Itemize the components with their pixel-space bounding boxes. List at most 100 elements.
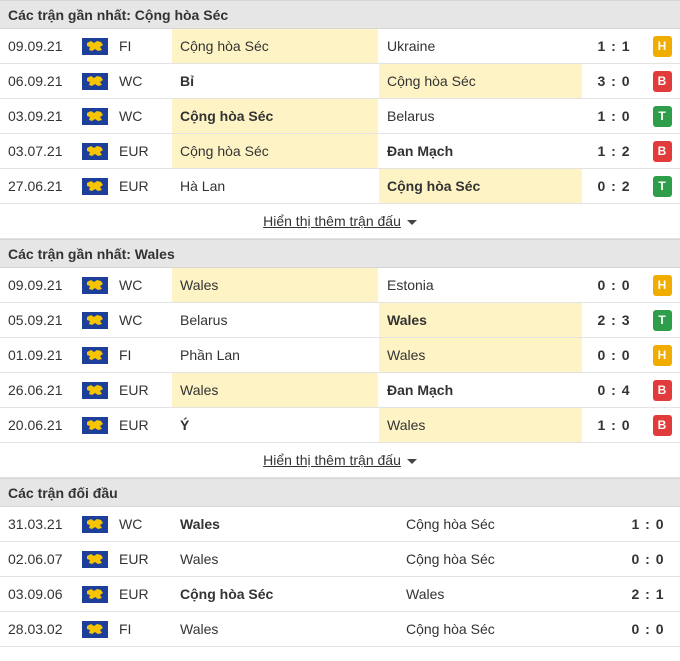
result-badge-cell: T bbox=[652, 99, 672, 133]
away-team[interactable]: Wales bbox=[398, 577, 618, 611]
table-row[interactable]: 09.09.21 WC Wales Estonia 0 : 0 H bbox=[0, 268, 680, 303]
table-row[interactable]: 03.09.21 WC Cộng hòa Séc Belarus 1 : 0 T bbox=[0, 99, 680, 134]
match-date: 20.06.21 bbox=[8, 417, 63, 433]
result-badge-cell: H bbox=[652, 338, 672, 372]
table-row[interactable]: 03.07.21 EUR Cộng hòa Séc Đan Mạch 1 : 2… bbox=[0, 134, 680, 169]
home-team[interactable]: Wales bbox=[172, 507, 398, 541]
table-row[interactable]: 01.09.21 FI Phần Lan Wales 0 : 0 H bbox=[0, 338, 680, 373]
table-row[interactable]: 26.06.21 EUR Wales Đan Mạch 0 : 4 B bbox=[0, 373, 680, 408]
home-team[interactable]: Phần Lan bbox=[172, 338, 378, 372]
section-title: Các trận gần nhất: Cộng hòa Séc bbox=[0, 0, 680, 29]
caret-down-icon[interactable] bbox=[406, 458, 417, 464]
match-score: 0 : 0 bbox=[631, 551, 665, 567]
home-team[interactable]: Cộng hòa Séc bbox=[172, 99, 378, 133]
competition-code: WC bbox=[119, 312, 143, 328]
match-date: 27.06.21 bbox=[8, 178, 63, 194]
away-team[interactable]: Cộng hòa Séc bbox=[398, 542, 618, 576]
away-team[interactable]: Cộng hòa Séc bbox=[379, 64, 582, 98]
world-flag-icon bbox=[82, 169, 110, 203]
table-row[interactable]: 31.03.21 WC Wales Cộng hòa Séc 1 : 0 bbox=[0, 507, 680, 542]
home-team[interactable]: Wales bbox=[172, 373, 378, 407]
match-date: 03.09.06 bbox=[8, 586, 63, 602]
match-date: 01.09.21 bbox=[8, 347, 63, 363]
result-badge-draw: H bbox=[652, 35, 672, 57]
table-row[interactable]: 28.03.02 FI Wales Cộng hòa Séc 0 : 0 bbox=[0, 612, 680, 647]
away-team[interactable]: Cộng hòa Séc bbox=[379, 169, 582, 203]
away-team[interactable]: Đan Mạch bbox=[379, 373, 582, 407]
match-score: 0 : 2 bbox=[597, 178, 631, 194]
away-team[interactable]: Wales bbox=[379, 408, 582, 442]
world-flag-icon bbox=[82, 99, 110, 133]
table-row[interactable]: 27.06.21 EUR Hà Lan Cộng hòa Séc 0 : 2 T bbox=[0, 169, 680, 204]
table-row[interactable]: 03.09.06 EUR Cộng hòa Séc Wales 2 : 1 bbox=[0, 577, 680, 612]
result-badge-draw: H bbox=[652, 274, 672, 296]
show-more-row: Hiển thị thêm trận đấu bbox=[0, 204, 680, 239]
match-score: 0 : 0 bbox=[597, 347, 631, 363]
table-row[interactable]: 09.09.21 FI Cộng hòa Séc Ukraine 1 : 1 H bbox=[0, 29, 680, 64]
result-badge-cell: B bbox=[652, 373, 672, 407]
section-wales-recent: Các trận gần nhất: Wales 09.09.21 WC Wal… bbox=[0, 239, 680, 478]
world-flag-icon bbox=[82, 542, 110, 576]
match-date: 31.03.21 bbox=[8, 516, 63, 532]
world-flag-icon bbox=[82, 577, 110, 611]
world-flag-icon bbox=[82, 29, 110, 63]
home-team[interactable]: Ý bbox=[172, 408, 378, 442]
result-badge-loss: B bbox=[652, 140, 672, 162]
home-team[interactable]: Cộng hòa Séc bbox=[172, 577, 398, 611]
result-badge-loss: B bbox=[652, 379, 672, 401]
home-team[interactable]: Belarus bbox=[172, 303, 378, 337]
competition-code: WC bbox=[119, 108, 143, 124]
competition-code: WC bbox=[119, 516, 143, 532]
show-more-link[interactable]: Hiển thị thêm trận đấu bbox=[263, 452, 401, 468]
away-team[interactable]: Đan Mạch bbox=[379, 134, 582, 168]
world-flag-icon bbox=[82, 338, 110, 372]
world-flag-icon bbox=[82, 507, 110, 541]
result-badge-draw: H bbox=[652, 344, 672, 366]
home-team[interactable]: Cộng hòa Séc bbox=[172, 134, 378, 168]
competition-code: FI bbox=[119, 347, 132, 363]
table-row[interactable]: 05.09.21 WC Belarus Wales 2 : 3 T bbox=[0, 303, 680, 338]
result-badge-cell: B bbox=[652, 64, 672, 98]
table-row[interactable]: 20.06.21 EUR Ý Wales 1 : 0 B bbox=[0, 408, 680, 443]
home-team[interactable]: Wales bbox=[172, 612, 398, 646]
away-team[interactable]: Belarus bbox=[379, 99, 582, 133]
show-more-row: Hiển thị thêm trận đấu bbox=[0, 443, 680, 478]
match-score: 0 : 0 bbox=[631, 621, 665, 637]
competition-code: EUR bbox=[119, 551, 149, 567]
world-flag-icon bbox=[82, 134, 110, 168]
world-flag-icon bbox=[82, 303, 110, 337]
home-team[interactable]: Cộng hòa Séc bbox=[172, 29, 378, 63]
competition-code: EUR bbox=[119, 586, 149, 602]
result-badge-cell: B bbox=[652, 134, 672, 168]
world-flag-icon bbox=[82, 408, 110, 442]
away-team[interactable]: Estonia bbox=[379, 268, 582, 302]
result-badge-loss: B bbox=[652, 414, 672, 436]
caret-down-icon[interactable] bbox=[406, 219, 417, 225]
away-team[interactable]: Cộng hòa Séc bbox=[398, 612, 618, 646]
result-badge-cell: T bbox=[652, 169, 672, 203]
match-score: 2 : 3 bbox=[597, 312, 631, 328]
away-team[interactable]: Wales bbox=[379, 303, 582, 337]
competition-code: EUR bbox=[119, 382, 149, 398]
away-team[interactable]: Ukraine bbox=[379, 29, 582, 63]
result-badge-loss: B bbox=[652, 70, 672, 92]
home-team[interactable]: Bỉ bbox=[172, 64, 378, 98]
match-date: 28.03.02 bbox=[8, 621, 63, 637]
match-score: 0 : 4 bbox=[597, 382, 631, 398]
competition-code: EUR bbox=[119, 417, 149, 433]
section-title: Các trận đối đầu bbox=[0, 478, 680, 507]
home-team[interactable]: Hà Lan bbox=[172, 169, 378, 203]
section-head-to-head: Các trận đối đầu 31.03.21 WC Wales Cộng … bbox=[0, 478, 680, 647]
competition-code: FI bbox=[119, 38, 132, 54]
match-score: 1 : 1 bbox=[597, 38, 631, 54]
away-team[interactable]: Cộng hòa Séc bbox=[398, 507, 618, 541]
away-team[interactable]: Wales bbox=[379, 338, 582, 372]
table-row[interactable]: 06.09.21 WC Bỉ Cộng hòa Séc 3 : 0 B bbox=[0, 64, 680, 99]
competition-code: WC bbox=[119, 73, 143, 89]
table-row[interactable]: 02.06.07 EUR Wales Cộng hòa Séc 0 : 0 bbox=[0, 542, 680, 577]
home-team[interactable]: Wales bbox=[172, 542, 398, 576]
show-more-link[interactable]: Hiển thị thêm trận đấu bbox=[263, 213, 401, 229]
home-team[interactable]: Wales bbox=[172, 268, 378, 302]
world-flag-icon bbox=[82, 373, 110, 407]
match-date: 03.07.21 bbox=[8, 143, 63, 159]
